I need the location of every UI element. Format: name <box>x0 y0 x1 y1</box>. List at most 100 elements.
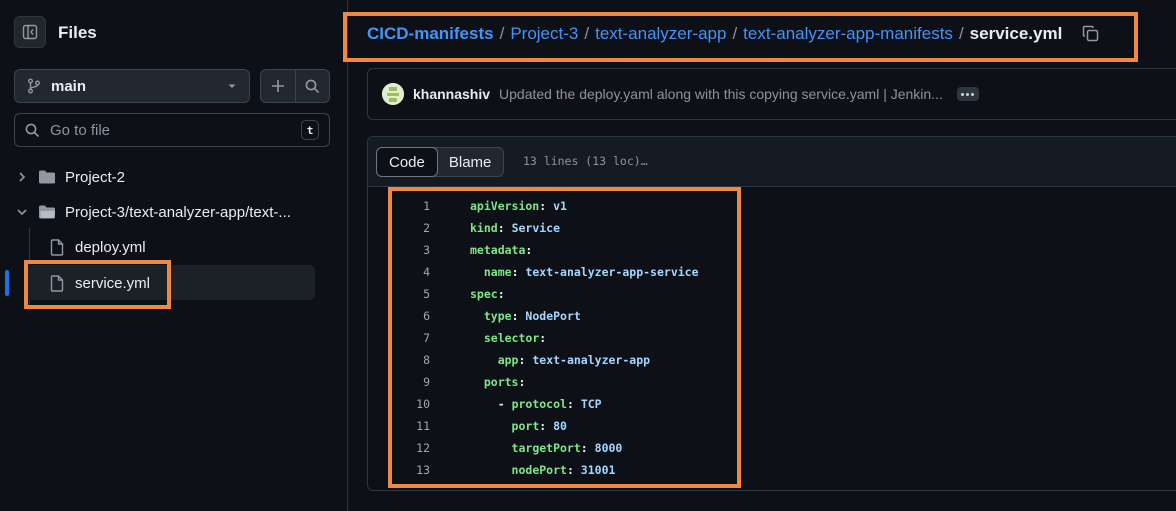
code-line: 8 app: text-analyzer-app <box>398 349 699 371</box>
chevron-down-icon <box>12 207 32 217</box>
line-number[interactable]: 9 <box>398 375 430 389</box>
tree-actions <box>260 69 330 103</box>
tree-item-label: Project-2 <box>65 168 126 186</box>
breadcrumb-separator: / <box>584 24 590 43</box>
breadcrumb-link[interactable]: text-analyzer-app-manifests <box>743 24 953 44</box>
triangle-down-icon <box>228 84 236 88</box>
yaml-colon: : <box>497 221 512 235</box>
sidebar-collapse-button[interactable] <box>14 16 46 48</box>
line-number[interactable]: 8 <box>398 353 430 367</box>
search-icon <box>305 79 319 93</box>
tree-item-project-2[interactable]: Project-2 <box>12 160 125 194</box>
code-panel: Code Blame 13 lines (13 loc)… 1 apiVersio… <box>367 136 1176 491</box>
yaml-colon: : <box>497 287 505 301</box>
plus-icon <box>271 80 284 92</box>
yaml-value: text-analyzer-app-service <box>525 265 699 279</box>
yaml-value: 8000 <box>594 441 623 455</box>
code-line: 13 nodePort: 31001 <box>398 459 699 481</box>
code-text: selector: <box>470 331 546 345</box>
breadcrumb-link[interactable]: Project-3 <box>510 24 578 44</box>
yaml-value: NodePort <box>525 309 581 323</box>
sidebar-collapse-icon <box>22 24 38 40</box>
search-code-button[interactable] <box>294 70 330 102</box>
latest-commit-bar: khannashiv Updated the deploy.yaml along… <box>367 68 1176 120</box>
folder-icon <box>39 170 55 184</box>
code-panel-header: Code Blame 13 lines (13 loc)… <box>368 137 1176 187</box>
yaml-key: selector <box>483 331 540 345</box>
yaml-key: ports <box>483 375 519 389</box>
code-line: 7 selector: <box>398 327 699 349</box>
code-text: app: text-analyzer-app <box>470 353 650 367</box>
folder-open-icon <box>39 205 55 219</box>
yaml-colon: : <box>539 199 554 213</box>
line-number[interactable]: 13 <box>398 463 430 477</box>
commit-author[interactable]: khannashiv <box>413 86 490 102</box>
line-number[interactable]: 6 <box>398 309 430 323</box>
yaml-key: protocol <box>511 397 567 411</box>
copy-path-button[interactable] <box>1080 23 1100 43</box>
line-number[interactable]: 11 <box>398 419 430 433</box>
tree-item-project-3[interactable]: Project-3/text-analyzer-app/text-... <box>12 195 291 229</box>
tree-item-label: service.yml <box>75 274 151 292</box>
code-text: metadata: <box>470 243 532 257</box>
code-text: - protocol: TCP <box>470 397 602 411</box>
branch-selector[interactable]: main <box>14 69 250 103</box>
yaml-key: targetPort <box>511 441 581 455</box>
yaml-key: kind <box>470 221 498 235</box>
line-number[interactable]: 12 <box>398 441 430 455</box>
code-text: type: NodePort <box>470 309 581 323</box>
line-number[interactable]: 2 <box>398 221 430 235</box>
chevron-right-icon <box>12 171 32 183</box>
yaml-colon: : <box>580 441 595 455</box>
code-content: 1 apiVersion: v1 2 kind: Service 3 metadata: 4… <box>398 195 699 481</box>
yaml-colon: : <box>511 309 526 323</box>
breadcrumb-repo-link[interactable]: CICD-manifests <box>367 24 494 44</box>
selected-indicator <box>5 270 9 296</box>
tab-code[interactable]: Code <box>376 147 438 177</box>
go-to-file-placeholder: Go to file <box>50 121 111 139</box>
add-file-button[interactable] <box>261 70 295 102</box>
yaml-key: name <box>483 265 512 279</box>
breadcrumb-link[interactable]: text-analyzer-app <box>595 24 726 44</box>
file-line-count: 13 lines (13 loc)… <box>523 154 648 168</box>
yaml-key: type <box>483 309 512 323</box>
yaml-value: text-analyzer-app <box>532 353 651 367</box>
line-number[interactable]: 4 <box>398 265 430 279</box>
yaml-key: port <box>511 419 540 433</box>
sidebar-title: Files <box>58 23 97 42</box>
yaml-colon: : <box>518 375 526 389</box>
breadcrumb-separator: / <box>732 24 738 43</box>
go-to-file-input[interactable]: Go to file t <box>14 113 330 147</box>
code-line: 10 - protocol: TCP <box>398 393 699 415</box>
yaml-value: v1 <box>553 199 567 213</box>
line-number[interactable]: 7 <box>398 331 430 345</box>
kebab-horizontal-icon[interactable] <box>956 87 979 101</box>
yaml-value: 80 <box>553 419 567 433</box>
code-line: 9 ports: <box>398 371 699 393</box>
code-text: nodePort: 31001 <box>470 463 616 477</box>
line-number[interactable]: 5 <box>398 287 430 301</box>
yaml-key: apiVersion <box>470 199 540 213</box>
avatar[interactable] <box>382 83 404 105</box>
code-text: targetPort: 8000 <box>470 441 623 455</box>
tab-blame[interactable]: Blame <box>437 148 504 176</box>
breadcrumb-current-file: service.yml <box>969 24 1063 43</box>
tree-item-service-yml[interactable]: service.yml <box>50 266 150 300</box>
yaml-colon: : <box>511 265 526 279</box>
line-number[interactable]: 3 <box>398 243 430 257</box>
yaml-value: Service <box>511 221 561 235</box>
line-number[interactable]: 1 <box>398 199 430 213</box>
commit-message[interactable]: Updated the deploy.yaml along with this … <box>499 86 943 102</box>
line-number[interactable]: 10 <box>398 397 430 411</box>
yaml-colon: : <box>525 243 533 257</box>
tree-item-deploy-yml[interactable]: deploy.yml <box>50 230 146 264</box>
branch-name: main <box>51 77 87 95</box>
code-text: ports: <box>470 375 526 389</box>
keyboard-shortcut-badge: t <box>301 120 319 140</box>
